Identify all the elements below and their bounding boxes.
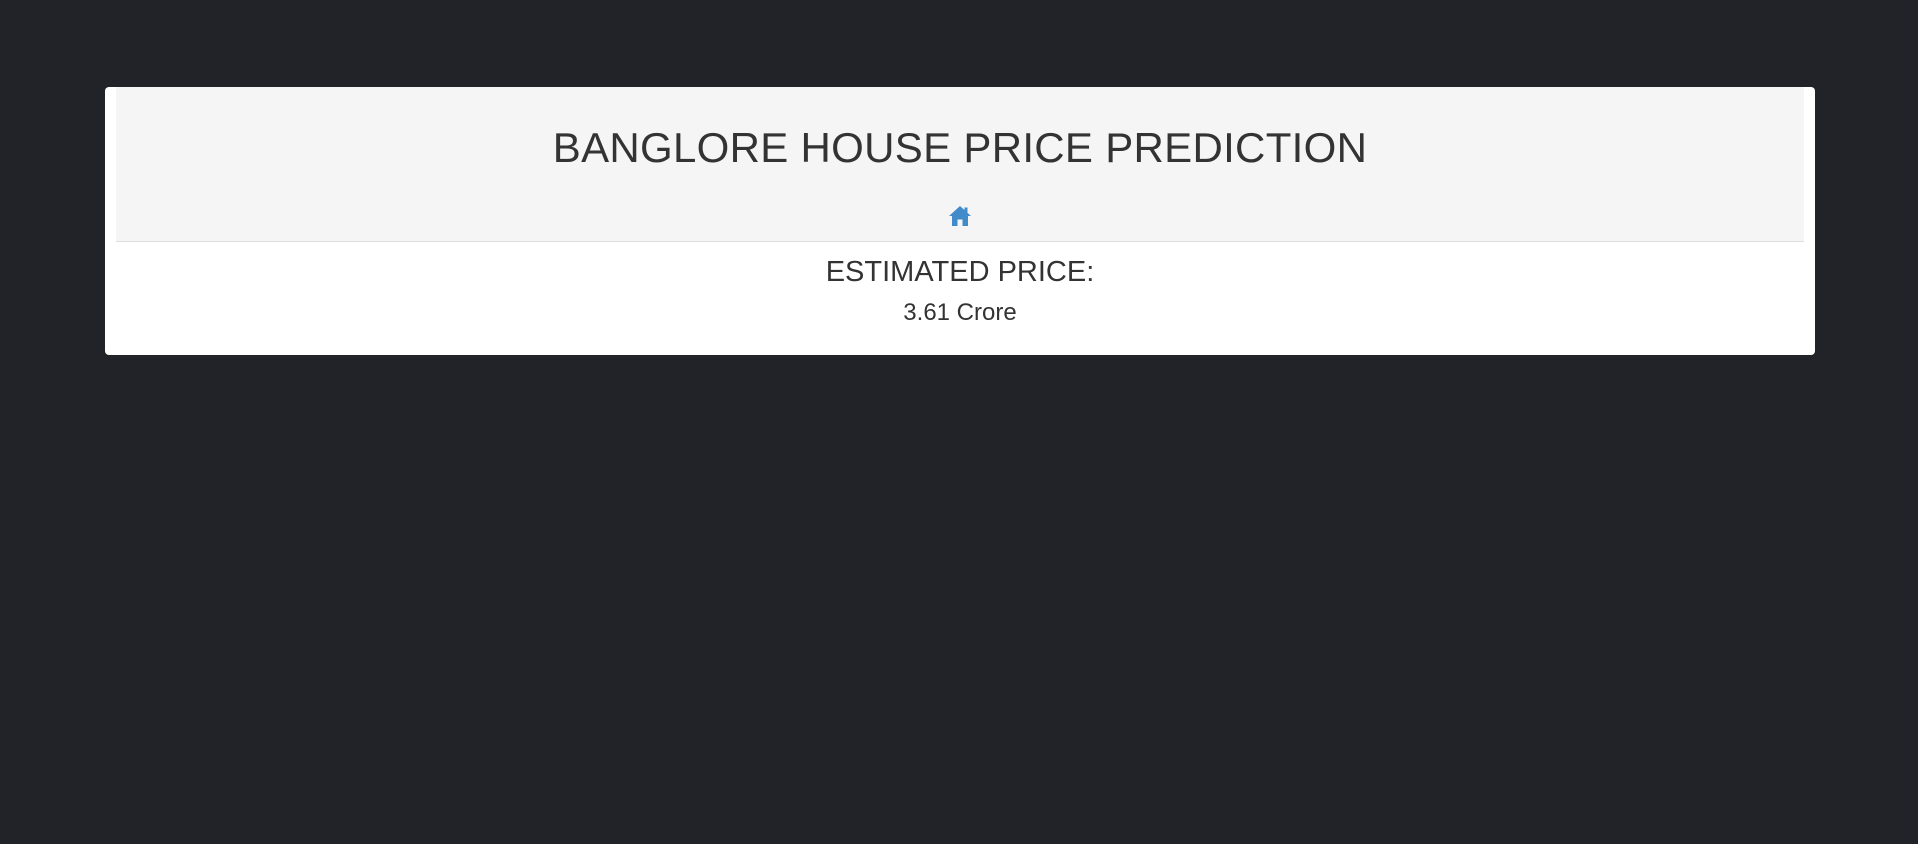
home-button[interactable]	[947, 203, 973, 229]
estimated-price-value: 3.61 Crore	[903, 299, 1017, 326]
page-title: BANGLORE HOUSE PRICE PREDICTION	[552, 124, 1368, 171]
estimated-price-label: ESTIMATED PRICE:	[825, 256, 1095, 288]
panel-header: BANGLORE HOUSE PRICE PREDICTION	[116, 87, 1804, 242]
home-icon	[947, 203, 973, 229]
result-panel: BANGLORE HOUSE PRICE PREDICTION ESTIMATE…	[105, 87, 1815, 355]
panel-body: ESTIMATED PRICE: 3.61 Crore	[116, 242, 1804, 354]
